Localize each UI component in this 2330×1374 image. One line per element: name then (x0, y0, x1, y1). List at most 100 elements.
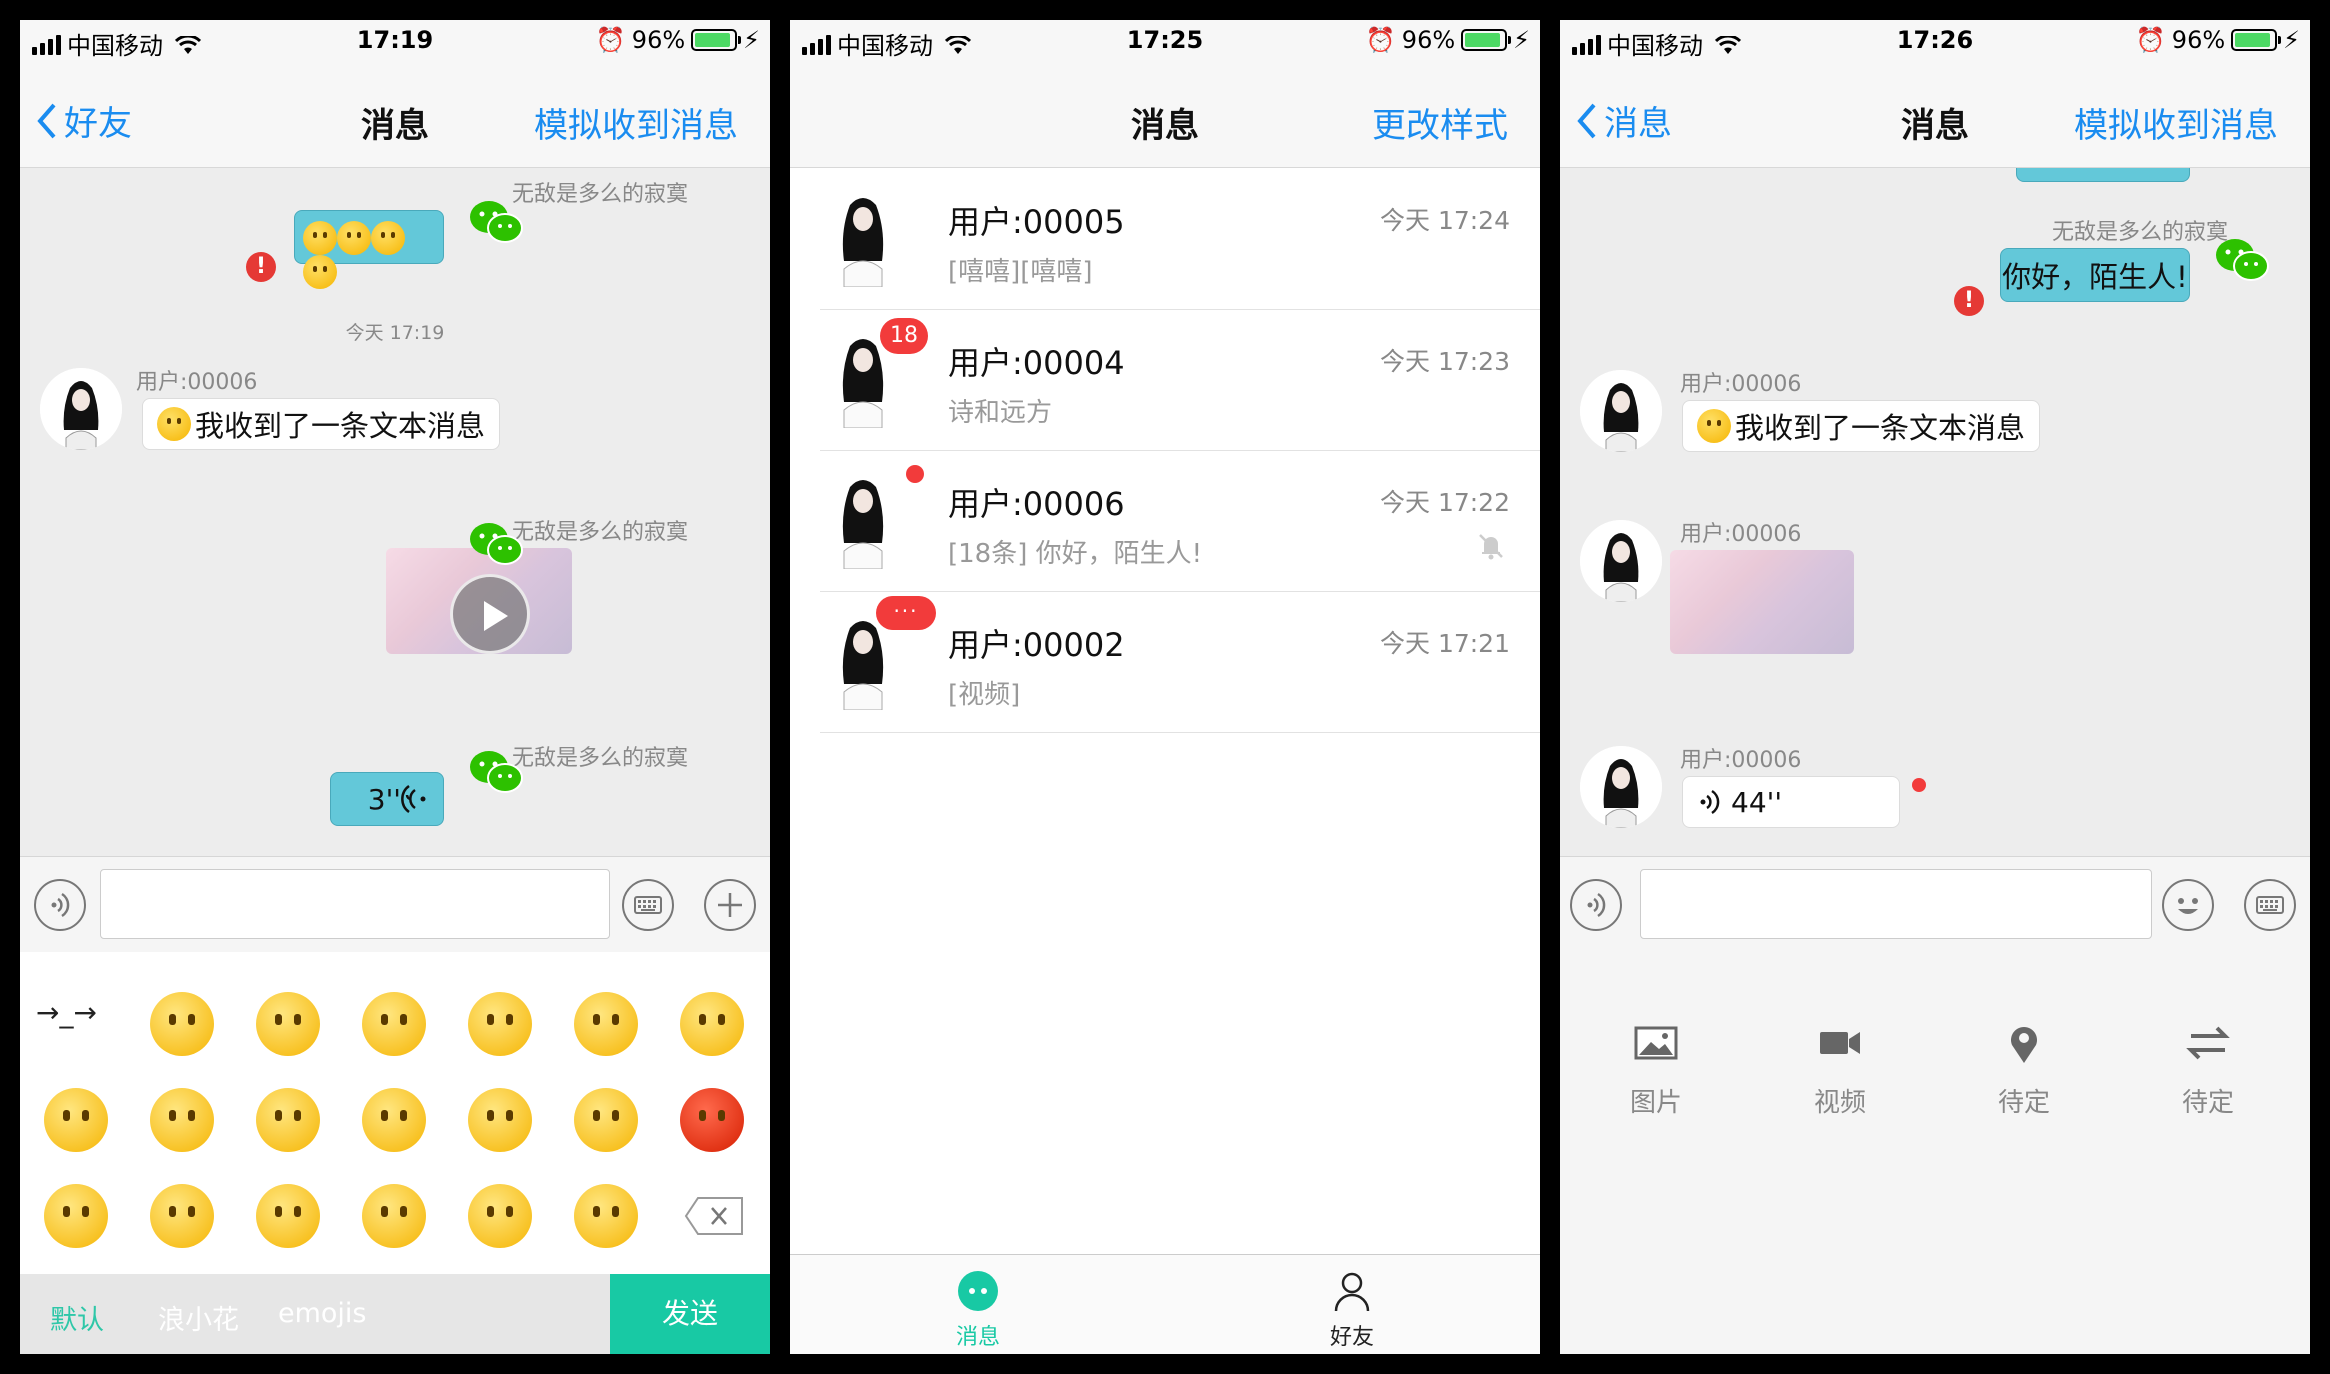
voice-wave-icon (1700, 789, 1720, 815)
kiss-emoji-icon[interactable] (468, 992, 532, 1056)
annoyed-emoji-icon[interactable] (468, 1088, 532, 1152)
status-bar: 中国移动 17:25 ⏰ 96% ⚡ (790, 20, 1540, 60)
avatar (820, 469, 906, 569)
emoji-tab-langxiaohua[interactable]: 浪小花 (158, 1298, 239, 1337)
surprised-emoji-icon[interactable] (680, 992, 744, 1056)
voice-message-bubble[interactable]: 44'' (1682, 776, 1900, 828)
laugh-emoji-icon (303, 255, 337, 289)
conversation-item[interactable]: 18 用户:00004 今天 17:23 诗和远方 (820, 310, 1540, 451)
function-video[interactable]: 视频 (1780, 1018, 1900, 1119)
emoji-message-bubble[interactable] (294, 210, 444, 289)
message-text: 我收到了一条文本消息 (1735, 411, 2026, 445)
thinking-emoji-icon[interactable] (468, 1184, 532, 1248)
function-location[interactable]: 待定 (1964, 1018, 2084, 1119)
conversation-item[interactable]: 用户:00006 今天 17:22 [18条] 你好，陌生人! (820, 451, 1540, 592)
emoji-panel: →_→ (20, 952, 770, 1274)
sweat-emoji-icon[interactable] (44, 1184, 108, 1248)
status-bar: 中国移动 17:26 ⏰ 96% ⚡ (1560, 20, 2310, 60)
backspace-icon[interactable] (684, 1196, 746, 1236)
wechat-avatar-icon (470, 523, 523, 565)
keyboard-icon (2256, 896, 2284, 914)
swap-arrows-icon (2186, 1026, 2230, 1060)
keyboard-toggle-button[interactable] (622, 879, 674, 931)
emoji-toggle-button[interactable] (2162, 879, 2214, 931)
smile-emoji-icon (1697, 409, 1731, 443)
angry-emoji-icon[interactable] (680, 1088, 744, 1152)
sleepy-emoji-icon[interactable] (256, 1184, 320, 1248)
unread-dot-badge (906, 465, 924, 483)
battery-icon (2231, 29, 2282, 51)
keyboard-toggle-button[interactable] (2244, 879, 2296, 931)
tears-of-joy-emoji-icon[interactable] (574, 1184, 638, 1248)
nav-bar: 好友 消息 模拟收到消息 (20, 60, 770, 168)
tab-friends[interactable]: 好友 (1282, 1255, 1422, 1354)
conversation-name: 用户:00006 (948, 485, 1125, 523)
tongue-emoji-icon[interactable] (256, 1088, 320, 1152)
grin-emoji-icon (303, 221, 337, 255)
text-message-bubble[interactable]: 你好，陌生人! (2000, 248, 2190, 302)
kaomoji-item[interactable]: →_→ (36, 996, 97, 1029)
text-message-bubble[interactable]: 我收到了一条文本消息 (1682, 400, 2041, 452)
tab-label: 好友 (1329, 1325, 1374, 1350)
function-swap[interactable]: 待定 (2148, 1018, 2268, 1119)
conversation-time: 今天 17:21 (1380, 629, 1510, 658)
smile-emoji-icon (157, 407, 191, 441)
message-text: 你好，陌生人! (2002, 260, 2188, 294)
voice-icon (51, 892, 70, 918)
voice-message-bubble[interactable]: 3'' (330, 772, 444, 826)
shy-emoji-icon[interactable] (574, 992, 638, 1056)
charging-icon: ⚡ (1513, 26, 1530, 54)
function-label: 视频 (1813, 1088, 1866, 1118)
conversation-preview: [18条] 你好，陌生人! (948, 539, 1203, 569)
previous-message-bubble[interactable] (2016, 168, 2190, 182)
conversation-name: 用户:00002 (948, 626, 1125, 664)
sender-name: 无敌是多么的寂寞 (511, 746, 688, 771)
status-bar: 中国移动 17:19 ⏰ 96% ⚡ (20, 20, 770, 60)
conversation-list-screen: 中国移动 17:25 ⏰ 96% ⚡ 消息 更改样式 用户:00005 今天 1… (790, 20, 1540, 1354)
flushed-emoji-icon[interactable] (150, 1184, 214, 1248)
emoji-tab-bar: 默认 浪小花 emojis 发送 (20, 1274, 770, 1354)
text-message-bubble[interactable]: 我收到了一条文本消息 (142, 398, 501, 450)
play-icon[interactable] (450, 574, 530, 654)
send-failed-icon[interactable]: ! (246, 252, 276, 282)
avatar[interactable] (1580, 520, 1662, 602)
voice-duration: 3'' (367, 782, 401, 816)
change-style-button[interactable]: 更改样式 (1372, 98, 1508, 147)
send-failed-icon[interactable]: ! (1954, 286, 1984, 316)
charging-icon: ⚡ (743, 26, 760, 54)
dizzy-emoji-icon[interactable] (44, 1088, 108, 1152)
laugh-emoji-icon[interactable] (362, 992, 426, 1056)
conversation-item[interactable]: 用户:00005 今天 17:24 [嘻嘻][嘻嘻] (820, 169, 1540, 310)
blush-emoji-icon[interactable] (574, 1088, 638, 1152)
simulate-receive-button[interactable]: 模拟收到消息 (2074, 98, 2278, 147)
image-icon (1634, 1026, 1678, 1060)
smile-emoji-icon[interactable] (150, 992, 214, 1056)
function-image[interactable]: 图片 (1596, 1018, 1716, 1119)
simulate-receive-button[interactable]: 模拟收到消息 (534, 98, 738, 147)
send-button[interactable]: 发送 (610, 1274, 770, 1354)
emoji-tab-emojis[interactable]: emojis (278, 1298, 367, 1329)
message-input[interactable] (1640, 869, 2152, 939)
emoji-tab-default[interactable]: 默认 (50, 1298, 104, 1337)
peer-name: 用户:00006 (1680, 522, 1802, 547)
crying-emoji-icon[interactable] (150, 1088, 214, 1152)
more-functions-button[interactable] (704, 879, 756, 931)
conversation-time: 今天 17:22 (1380, 488, 1510, 517)
image-message-thumbnail[interactable] (1670, 550, 1854, 654)
message-input[interactable] (100, 869, 610, 939)
conversation-item[interactable]: ··· 用户:00002 今天 17:21 [视频] (820, 592, 1540, 733)
unplayed-dot-badge (1912, 778, 1926, 792)
avatar[interactable] (40, 368, 122, 450)
tab-messages[interactable]: 消息 (908, 1255, 1048, 1354)
grin-emoji-icon[interactable] (256, 992, 320, 1056)
video-camera-icon (1820, 1032, 1860, 1054)
money-emoji-icon[interactable] (362, 1184, 426, 1248)
voice-toggle-button[interactable] (1570, 879, 1622, 931)
avatar[interactable] (1580, 746, 1662, 828)
scream-emoji-icon[interactable] (362, 1088, 426, 1152)
avatar[interactable] (1580, 370, 1662, 452)
voice-toggle-button[interactable] (34, 879, 86, 931)
function-label: 图片 (1629, 1088, 1682, 1118)
keyboard-icon (634, 896, 662, 914)
mute-bell-icon (1479, 534, 1503, 560)
